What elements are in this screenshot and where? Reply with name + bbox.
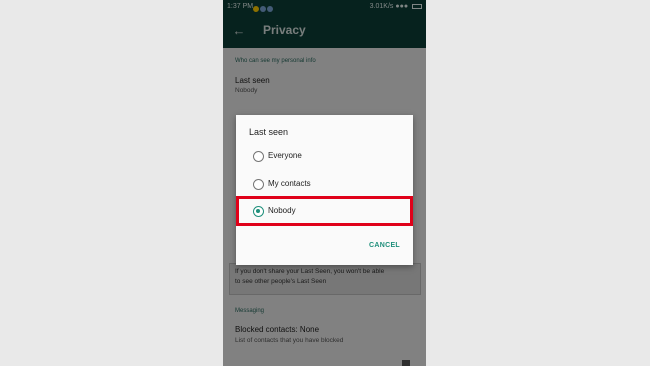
phone-screen: 1:37 PM 3.01K/s ●●● ← Privacy Who can se… (223, 0, 426, 366)
option-my-contacts[interactable]: My contacts (236, 171, 413, 199)
cancel-button[interactable]: CANCEL (369, 242, 400, 249)
radio-button-icon[interactable] (253, 151, 264, 162)
selection-highlight-box (236, 196, 413, 226)
dialog-title: Last seen (249, 127, 289, 137)
option-label: Everyone (268, 151, 302, 160)
last-seen-dialog: Last seen Everyone My contacts Nobody CA… (236, 115, 413, 265)
option-everyone[interactable]: Everyone (236, 143, 413, 171)
option-label: My contacts (268, 179, 311, 188)
radio-button-icon[interactable] (253, 179, 264, 190)
